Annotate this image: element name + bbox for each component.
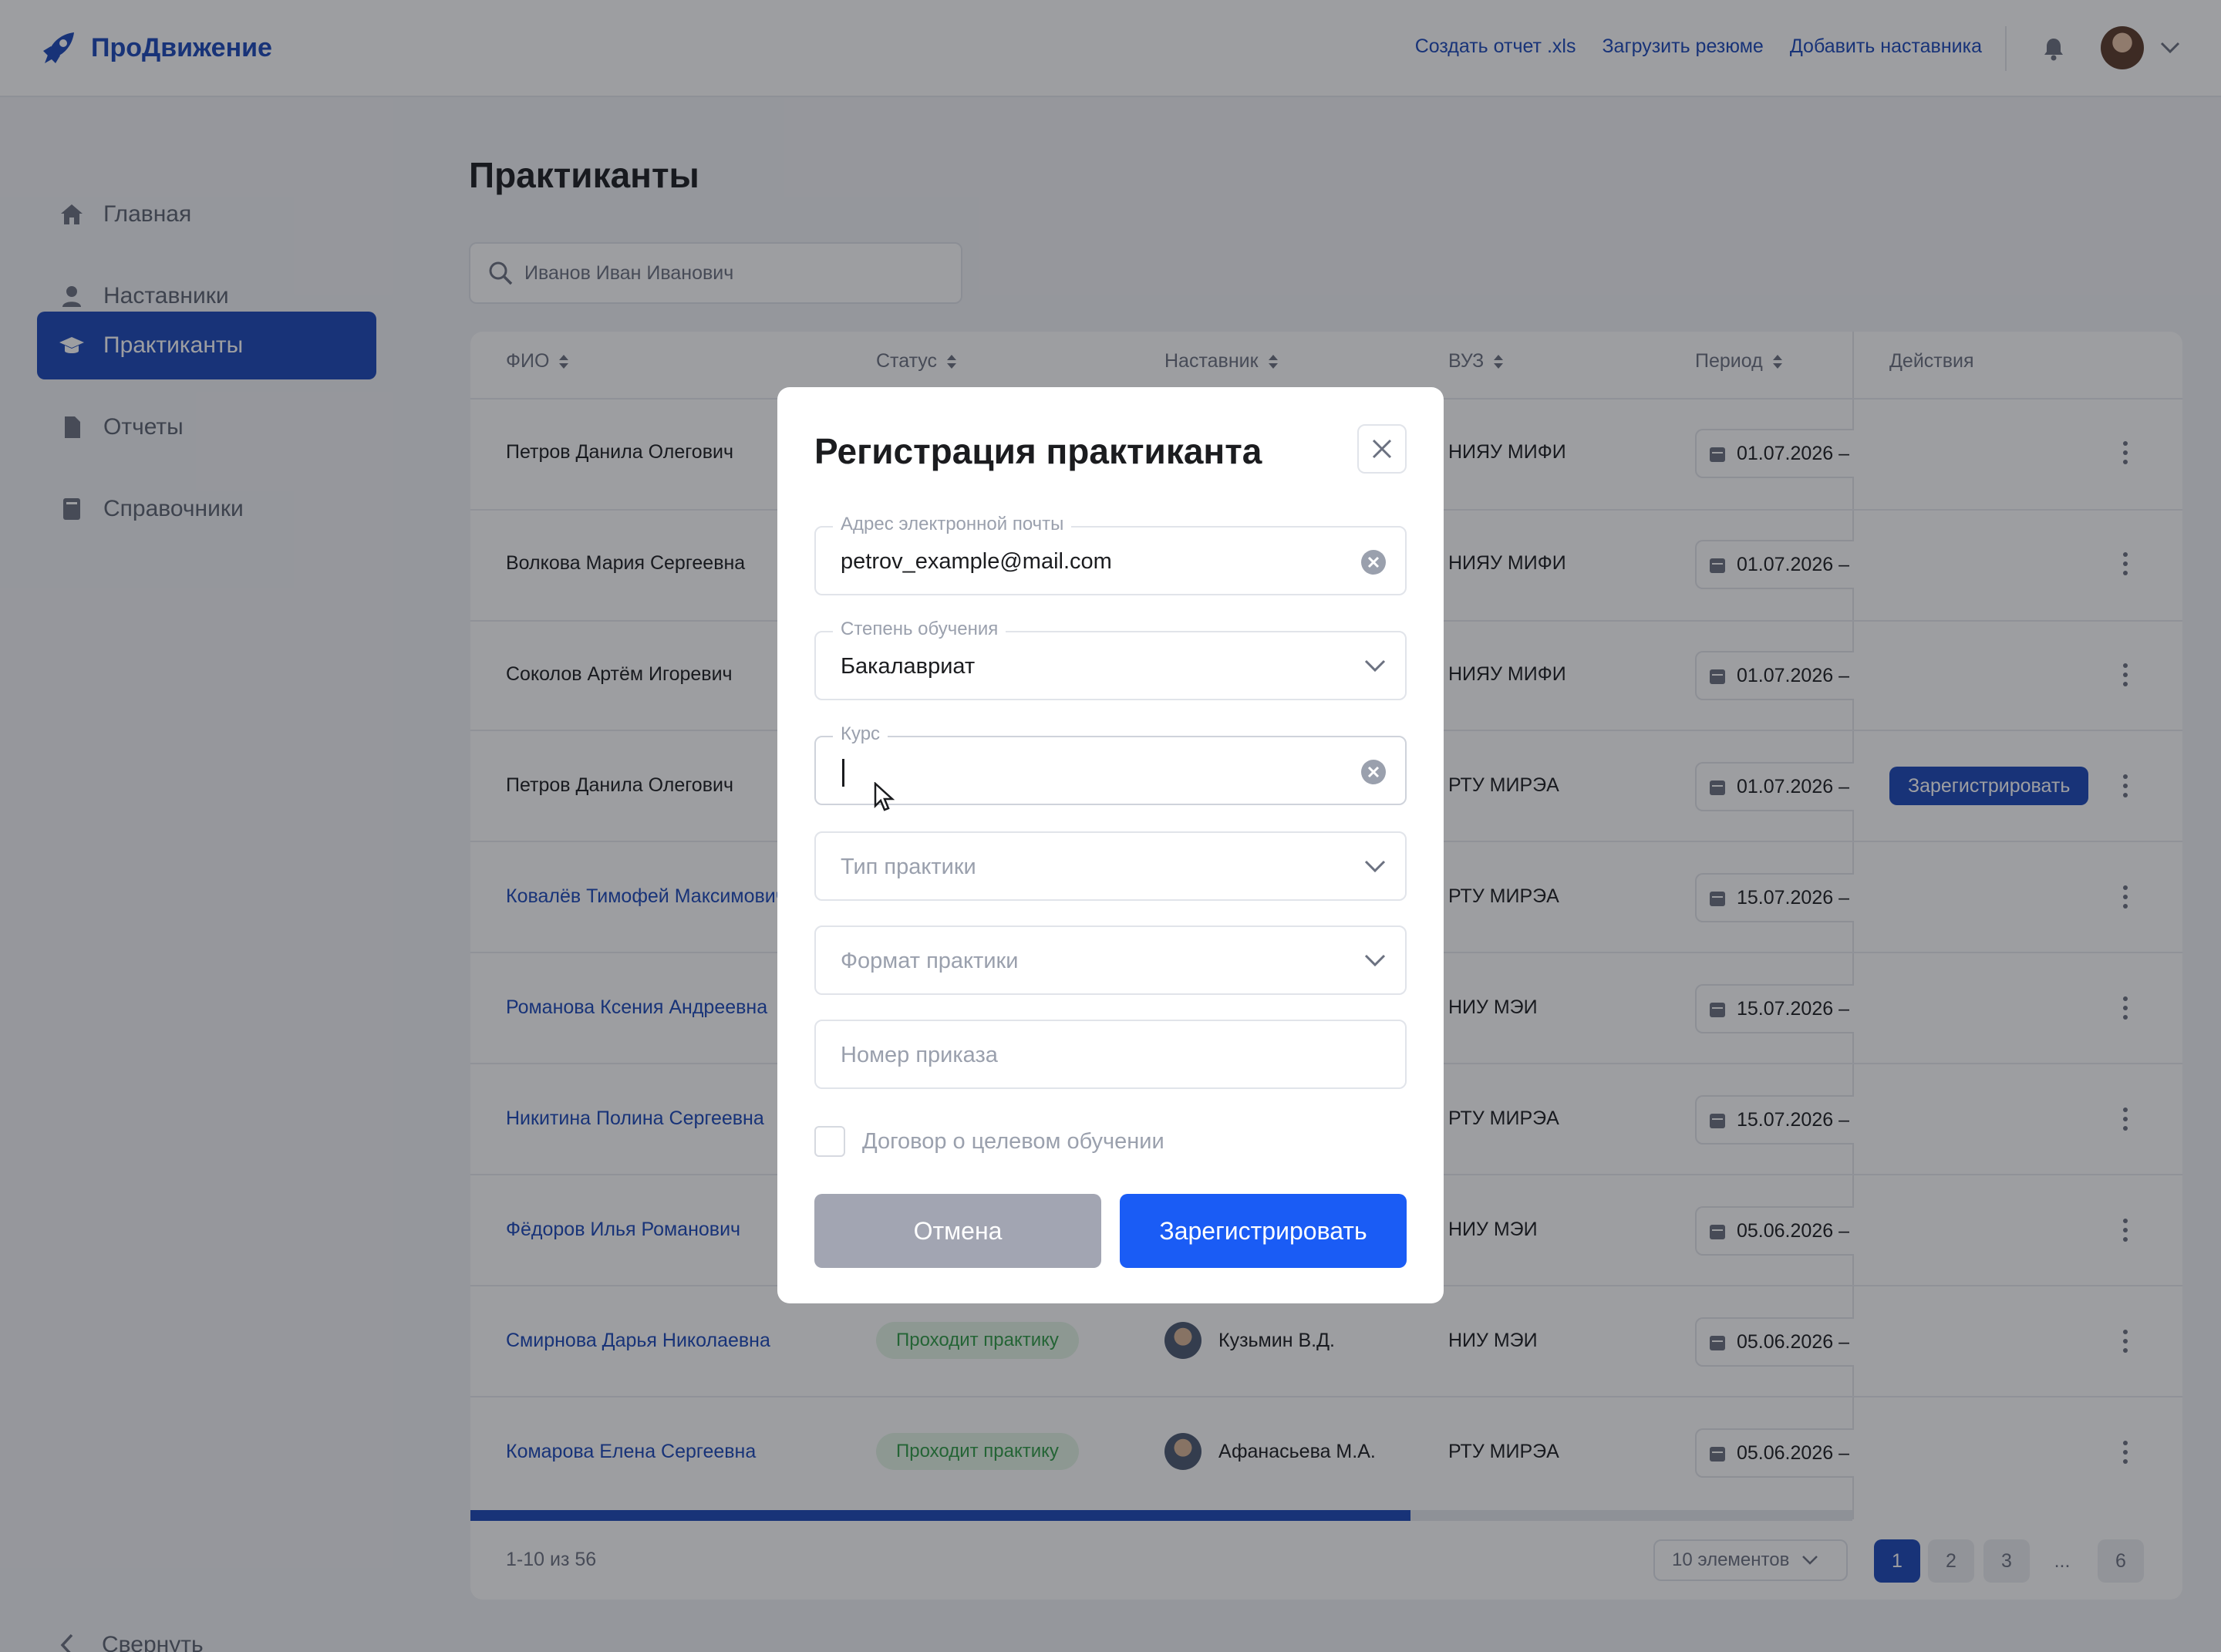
cancel-button[interactable]: Отмена [814, 1194, 1101, 1268]
text-caret [842, 759, 844, 787]
email-label: Адрес электронной почты [833, 514, 1072, 535]
clear-input-icon[interactable] [1360, 759, 1387, 785]
register-button[interactable]: Зарегистрировать [1120, 1194, 1407, 1268]
clear-input-icon[interactable] [1360, 549, 1387, 575]
chevron-down-icon [1364, 954, 1386, 967]
contract-checkbox-row[interactable]: Договор о целевом обучении [814, 1126, 1164, 1157]
order-number-placeholder: Номер приказа [841, 1043, 998, 1067]
email-field[interactable]: Адрес электронной почты petrov_example@m… [814, 514, 1407, 595]
contract-checkbox[interactable] [814, 1126, 845, 1157]
close-modal-button[interactable] [1357, 424, 1407, 474]
practice-format-select[interactable]: Формат практики [814, 925, 1407, 995]
course-field[interactable]: Курс [814, 723, 1407, 805]
order-number-field[interactable]: Номер приказа [814, 1020, 1407, 1089]
modal-title: Регистрация практиканта [814, 431, 1262, 471]
degree-value: Бакалавриат [841, 654, 976, 679]
register-intern-modal: Регистрация практиканта Адрес электронно… [777, 387, 1444, 1303]
chevron-down-icon [1364, 860, 1386, 873]
email-value: petrov_example@mail.com [841, 549, 1112, 574]
contract-checkbox-label: Договор о целевом обучении [862, 1128, 1164, 1154]
degree-label: Степень обучения [833, 619, 1006, 640]
practice-type-select[interactable]: Тип практики [814, 831, 1407, 901]
practice-type-placeholder: Тип практики [841, 855, 976, 879]
mouse-cursor-icon [874, 782, 895, 811]
close-icon [1372, 439, 1392, 459]
degree-select[interactable]: Степень обучения Бакалавриат [814, 619, 1407, 700]
chevron-down-icon [1364, 659, 1386, 673]
course-label: Курс [833, 723, 888, 745]
practice-format-placeholder: Формат практики [841, 949, 1019, 973]
